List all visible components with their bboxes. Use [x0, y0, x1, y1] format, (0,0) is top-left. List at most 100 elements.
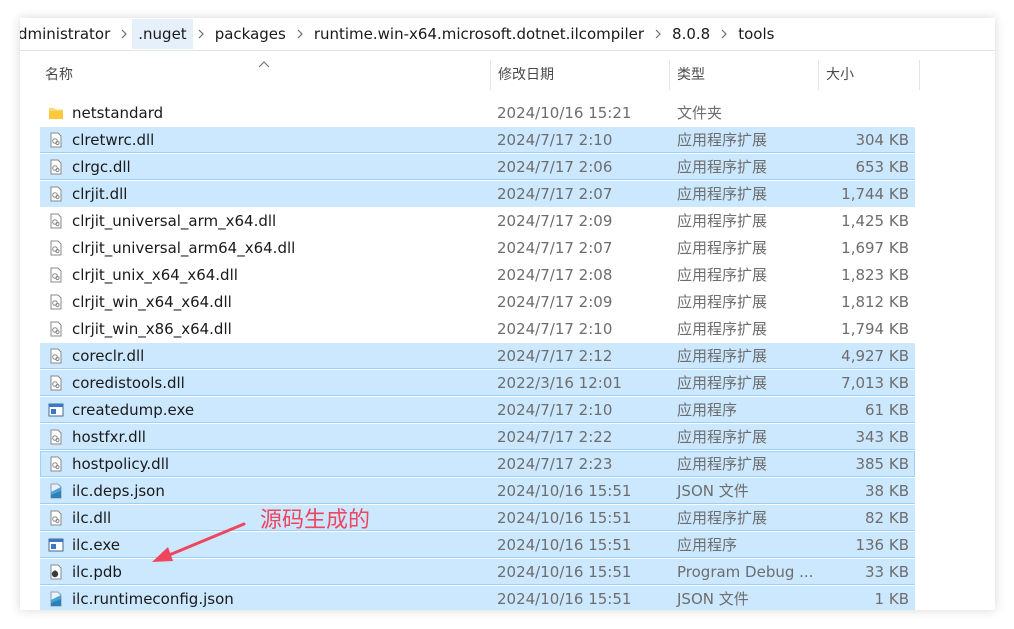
- dll-file-icon: [48, 429, 64, 445]
- file-date: 2022/3/16 12:01: [497, 374, 622, 392]
- column-name[interactable]: 名称: [45, 58, 73, 90]
- column-divider[interactable]: [919, 60, 920, 90]
- file-row[interactable]: coreclr.dll 2024/7/17 2:12 应用程序扩展 4,927 KB: [40, 343, 915, 369]
- file-row[interactable]: ilc.runtimeconfig.json 2024/10/16 15:51 JS…: [40, 586, 915, 610]
- file-type: 应用程序扩展: [677, 293, 768, 311]
- column-divider[interactable]: [669, 60, 670, 90]
- breadcrumb-chevron-icon[interactable]: [193, 29, 209, 39]
- file-size: 4,927 KB: [841, 347, 909, 365]
- file-size: 653 KB: [855, 158, 909, 176]
- file-type: 应用程序扩展: [677, 131, 768, 149]
- file-size: 1,425 KB: [841, 212, 909, 230]
- file-size: 343 KB: [855, 428, 909, 446]
- file-size: 136 KB: [855, 536, 909, 554]
- column-divider[interactable]: [818, 60, 819, 90]
- file-name: clrjit_unix_x64_x64.dll: [72, 266, 238, 284]
- file-size: 385 KB: [855, 455, 909, 473]
- file-row[interactable]: clrjit_win_x64_x64.dll 2024/7/17 2:09 应用程序…: [40, 289, 915, 315]
- file-size: 1 KB: [874, 590, 909, 608]
- breadcrumb-item[interactable]: runtime.win-x64.microsoft.dotnet.ilcompi…: [308, 19, 650, 49]
- column-divider[interactable]: [490, 60, 491, 90]
- file-date: 2024/10/16 15:21: [497, 104, 632, 122]
- file-type: JSON 文件: [677, 482, 749, 500]
- file-row[interactable]: hostfxr.dll 2024/7/17 2:22 应用程序扩展 343 KB: [40, 424, 915, 450]
- file-row[interactable]: ilc.deps.json 2024/10/16 15:51 JSON 文件 38 K…: [40, 478, 915, 504]
- file-name: clretwrc.dll: [72, 131, 155, 149]
- file-date: 2024/7/17 2:07: [497, 239, 613, 257]
- file-row[interactable]: createdump.exe 2024/7/17 2:10 应用程序 61 KB: [40, 397, 915, 423]
- file-row[interactable]: clretwrc.dll 2024/7/17 2:10 应用程序扩展 304 KB: [40, 127, 915, 153]
- file-type: 应用程序扩展: [677, 428, 768, 446]
- annotation-arrow-icon: [152, 522, 246, 562]
- file-size: 33 KB: [865, 563, 909, 581]
- file-row[interactable]: clrjit_universal_arm64_x64.dll 2024/7/17 …: [40, 235, 915, 261]
- json-file-icon: [48, 591, 64, 607]
- dll-file-icon: [48, 267, 64, 283]
- file-row[interactable]: clrjit.dll 2024/7/17 2:07 应用程序扩展 1,744 KB: [40, 181, 915, 207]
- file-name: coredistools.dll: [72, 374, 185, 392]
- file-name: hostfxr.dll: [72, 428, 146, 446]
- file-date: 2024/10/16 15:51: [497, 509, 632, 527]
- column-date[interactable]: 修改日期: [498, 58, 554, 90]
- file-name: hostpolicy.dll: [72, 455, 170, 473]
- file-row[interactable]: clrjit_win_x86_x64.dll 2024/7/17 2:10 应用程序…: [40, 316, 915, 342]
- file-name: clrjit_universal_arm_x64.dll: [72, 212, 277, 230]
- file-size: 1,823 KB: [841, 266, 909, 284]
- column-header: 名称 修改日期 类型 大小: [20, 58, 920, 90]
- breadcrumb-chevron-icon[interactable]: [650, 29, 666, 39]
- file-size: 38 KB: [865, 482, 909, 500]
- annotation-label: 源码生成的: [260, 508, 371, 533]
- file-date: 2024/7/17 2:22: [497, 428, 613, 446]
- file-name: ilc.exe: [72, 536, 120, 554]
- file-date: 2024/7/17 2:07: [497, 185, 613, 203]
- file-date: 2024/7/17 2:09: [497, 212, 613, 230]
- column-size[interactable]: 大小: [826, 58, 854, 90]
- file-row[interactable]: hostpolicy.dll 2024/7/17 2:23 应用程序扩展 385 KB: [40, 451, 915, 477]
- exe-file-icon: [48, 537, 64, 553]
- file-date: 2024/7/17 2:06: [497, 158, 613, 176]
- file-size: 61 KB: [865, 401, 909, 419]
- file-date: 2024/7/17 2:08: [497, 266, 613, 284]
- file-date: 2024/7/17 2:10: [497, 131, 613, 149]
- column-type[interactable]: 类型: [677, 58, 705, 90]
- file-name: ilc.deps.json: [72, 482, 165, 500]
- file-type: 应用程序扩展: [677, 374, 768, 392]
- file-type: 应用程序扩展: [677, 185, 768, 203]
- file-name: coreclr.dll: [72, 347, 145, 365]
- file-type: 应用程序: [677, 401, 738, 419]
- breadcrumb-item[interactable]: 8.0.8: [666, 19, 716, 49]
- file-row[interactable]: clrjit_universal_arm_x64.dll 2024/7/17 2:…: [40, 208, 915, 234]
- dll-file-icon: [48, 213, 64, 229]
- file-date: 2024/10/16 15:51: [497, 590, 632, 608]
- file-size: 1,812 KB: [841, 293, 909, 311]
- file-row[interactable]: coredistools.dll 2022/3/16 12:01 应用程序扩展 7,0…: [40, 370, 915, 396]
- breadcrumb-chevron-icon[interactable]: [716, 29, 732, 39]
- file-date: 2024/10/16 15:51: [497, 482, 632, 500]
- file-type: 应用程序扩展: [677, 212, 768, 230]
- file-size: 1,697 KB: [841, 239, 909, 257]
- file-row[interactable]: clrjit_unix_x64_x64.dll 2024/7/17 2:08 应用程…: [40, 262, 915, 288]
- file-name: ilc.dll: [72, 509, 112, 527]
- exe-file-icon: [48, 402, 64, 418]
- file-type: JSON 文件: [677, 590, 749, 608]
- breadcrumb-item[interactable]: tools: [732, 19, 780, 49]
- file-type: 应用程序扩展: [677, 455, 768, 473]
- file-row[interactable]: clrgc.dll 2024/7/17 2:06 应用程序扩展 653 KB: [40, 154, 915, 180]
- dll-file-icon: [48, 240, 64, 256]
- file-row[interactable]: netstandard 2024/10/16 15:21 文件夹: [40, 100, 915, 126]
- file-name: ilc.pdb: [72, 563, 122, 581]
- breadcrumb-item[interactable]: dministrator: [20, 19, 116, 49]
- breadcrumb-chevron-icon[interactable]: [116, 29, 132, 39]
- file-name: clrjit.dll: [72, 185, 128, 203]
- file-name: clrgc.dll: [72, 158, 131, 176]
- file-type: 应用程序扩展: [677, 158, 768, 176]
- breadcrumb-item[interactable]: packages: [209, 19, 292, 49]
- file-type: 应用程序扩展: [677, 320, 768, 338]
- breadcrumb-item[interactable]: .nuget: [132, 19, 193, 49]
- dll-file-icon: [48, 159, 64, 175]
- file-name: clrjit_universal_arm64_x64.dll: [72, 239, 296, 257]
- file-date: 2024/7/17 2:10: [497, 401, 613, 419]
- file-name: clrjit_win_x64_x64.dll: [72, 293, 232, 311]
- file-type: 应用程序扩展: [677, 266, 768, 284]
- breadcrumb-chevron-icon[interactable]: [292, 29, 308, 39]
